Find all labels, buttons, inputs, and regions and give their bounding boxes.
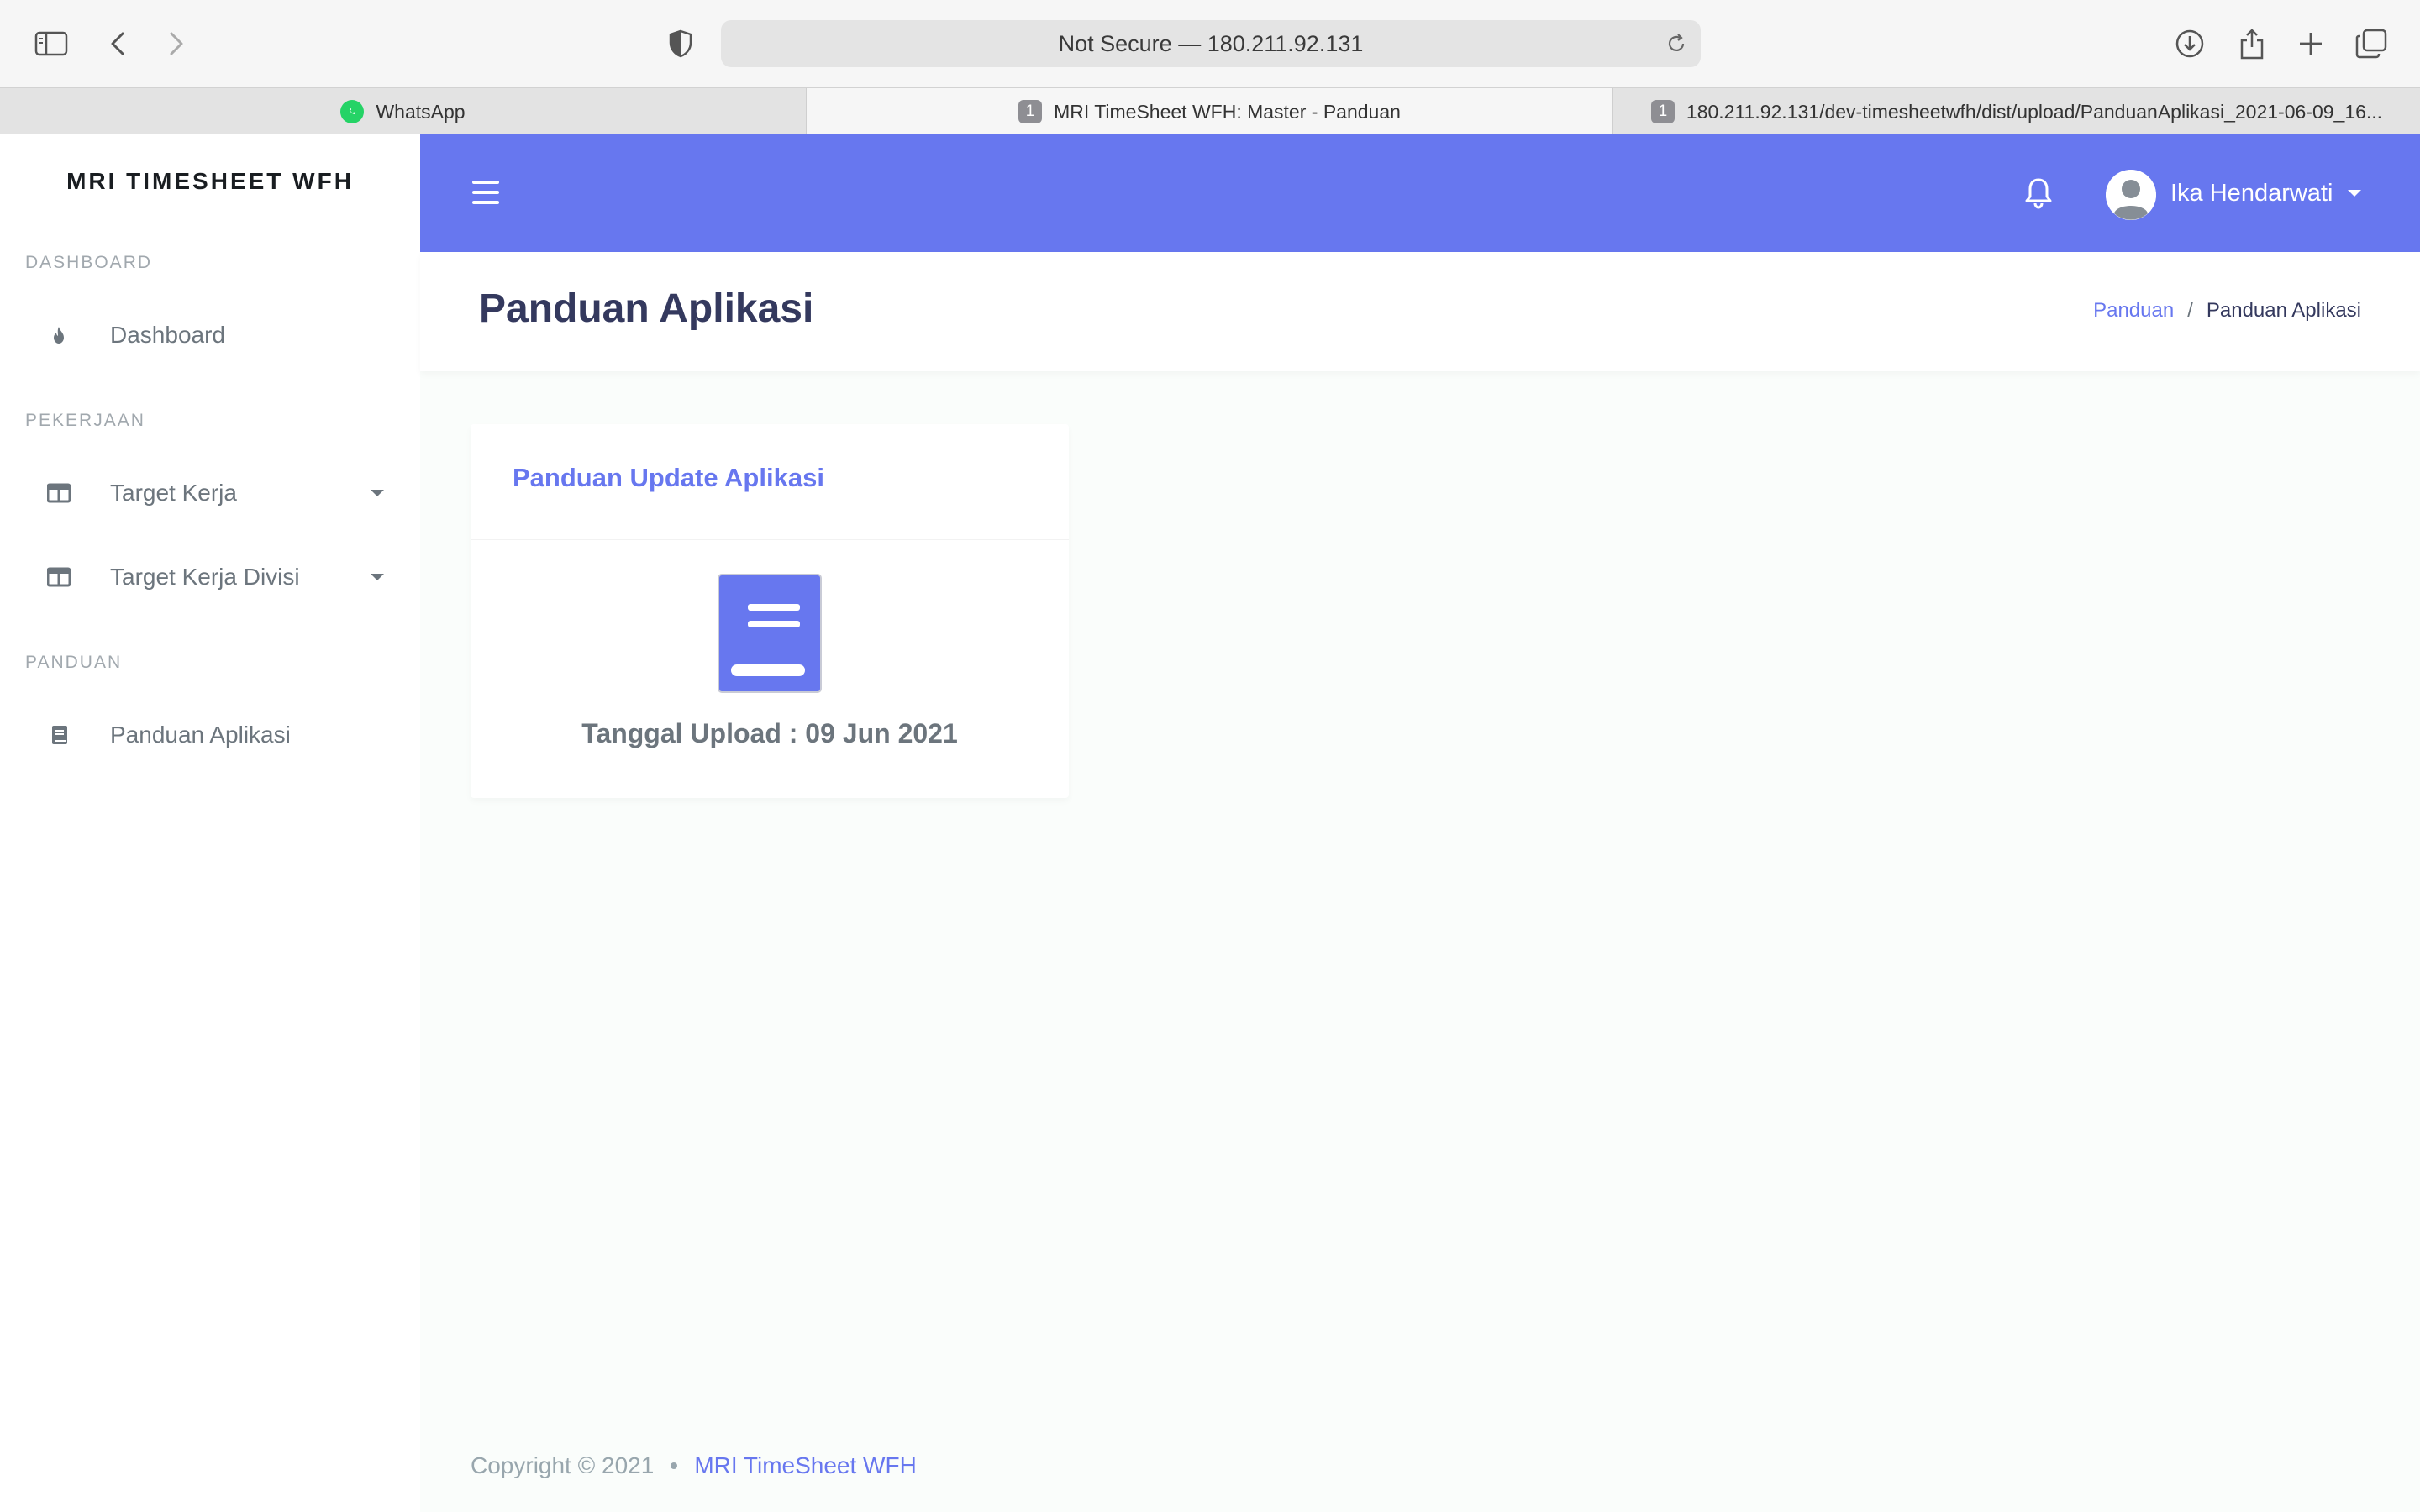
tab-label: 180.211.92.131/dev-timesheetwfh/dist/upl… <box>1686 100 2383 123</box>
downloads-icon[interactable] <box>2171 25 2208 62</box>
sidebar-toggle-icon[interactable] <box>33 25 70 62</box>
card-divider <box>471 539 1069 540</box>
address-bar[interactable]: Not Secure — 180.211.92.131 <box>721 20 1701 67</box>
share-icon[interactable] <box>2233 25 2270 62</box>
breadcrumb: Panduan / Panduan Aplikasi <box>2093 299 2361 323</box>
card-title: Panduan Update Aplikasi <box>513 463 824 492</box>
page-title: Panduan Aplikasi <box>479 286 814 331</box>
tab-favicon: 1 <box>1018 100 1043 123</box>
book-icon <box>52 726 67 744</box>
upload-date: Tanggal Upload : 09 Jun 2021 <box>581 718 958 748</box>
tab-favicon: 1 <box>1650 100 1675 123</box>
new-tab-icon[interactable] <box>2292 25 2329 62</box>
tab-panduan[interactable]: 1 MRI TimeSheet WFH: Master - Panduan <box>807 88 1613 135</box>
sidebar-item-label: Target Kerja Divisi <box>110 564 300 590</box>
sidebar-item-label: Dashboard <box>110 322 225 348</box>
sidebar-item-dashboard[interactable]: Dashboard <box>0 306 420 365</box>
columns-icon <box>47 483 71 503</box>
sidebar-item-target-kerja-divisi[interactable]: Target Kerja Divisi <box>0 548 420 606</box>
menu-header-pekerjaan: PEKERJAAN <box>25 411 145 430</box>
tab-pdf-upload[interactable]: 1 180.211.92.131/dev-timesheetwfh/dist/u… <box>1613 88 2420 135</box>
tab-overview-icon[interactable] <box>2353 25 2390 62</box>
sidebar: MRI TIMESHEET WFH DASHBOARD Dashboard PE… <box>0 134 420 1512</box>
sidebar-item-label: Target Kerja <box>110 480 237 506</box>
browser-toolbar: Not Secure — 180.211.92.131 <box>0 0 2420 87</box>
section-header: Panduan Aplikasi Panduan / Panduan Aplik… <box>420 252 2420 371</box>
menu-toggle-icon[interactable] <box>472 181 499 204</box>
avatar[interactable] <box>2106 170 2156 220</box>
chevron-down-icon[interactable] <box>2348 190 2361 197</box>
breadcrumb-link[interactable]: Panduan <box>2093 299 2174 323</box>
url-text: Not Secure — 180.211.92.131 <box>1058 31 1364 56</box>
browser-tab-bar: WhatsApp 1 MRI TimeSheet WFH: Master - P… <box>0 87 2420 135</box>
tab-label: WhatsApp <box>376 100 466 123</box>
menu-header-dashboard: DASHBOARD <box>25 253 153 272</box>
fire-icon <box>54 327 64 344</box>
forward-icon[interactable] <box>158 25 195 62</box>
chevron-down-icon <box>371 490 384 496</box>
reload-icon[interactable] <box>1664 31 1689 56</box>
sidebar-item-target-kerja[interactable]: Target Kerja <box>0 464 420 522</box>
book-icon[interactable] <box>718 574 822 693</box>
top-navbar: Ika Hendarwati <box>420 134 2420 252</box>
footer-link[interactable]: MRI TimeSheet WFH <box>694 1452 916 1479</box>
copyright-text: Copyright © 2021 <box>471 1452 655 1478</box>
footer: Copyright © 2021 MRI TimeSheet WFH <box>420 1420 2420 1512</box>
panduan-card: Panduan Update Aplikasi Tanggal Upload :… <box>471 424 1069 798</box>
whatsapp-icon <box>340 100 365 123</box>
privacy-shield-icon[interactable] <box>662 25 699 62</box>
chevron-down-icon <box>371 574 384 580</box>
columns-icon <box>47 567 71 587</box>
bullet-separator <box>671 1462 678 1469</box>
tab-label: MRI TimeSheet WFH: Master - Panduan <box>1054 100 1401 123</box>
breadcrumb-current: Panduan Aplikasi <box>2206 299 2361 322</box>
breadcrumb-separator: / <box>2187 299 2193 322</box>
sidebar-item-panduan-aplikasi[interactable]: Panduan Aplikasi <box>0 706 420 764</box>
user-name[interactable]: Ika Hendarwati <box>2170 176 2333 210</box>
sidebar-item-label: Panduan Aplikasi <box>110 722 291 748</box>
tab-whatsapp[interactable]: WhatsApp <box>0 88 807 135</box>
back-icon[interactable] <box>99 25 136 62</box>
footer-text: Copyright © 2021 MRI TimeSheet WFH <box>471 1452 917 1479</box>
notification-bell-icon[interactable] <box>2023 176 2054 210</box>
menu-header-panduan: PANDUAN <box>25 653 123 672</box>
brand-logo[interactable]: MRI TIMESHEET WFH <box>0 168 420 195</box>
